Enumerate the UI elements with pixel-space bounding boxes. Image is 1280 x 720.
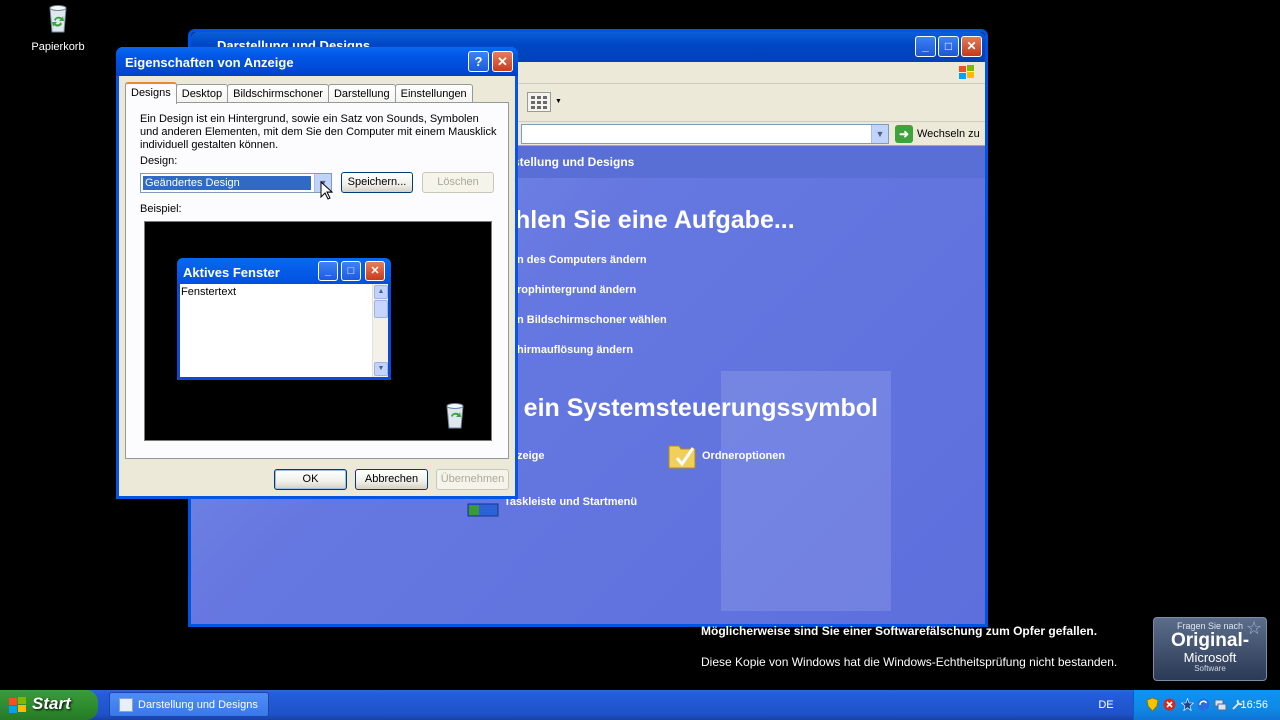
preview-window: Aktives Fenster _ □ ✕ Fenstertext ▲ ▼: [177, 258, 391, 380]
tab-settings[interactable]: Einstellungen: [394, 84, 473, 103]
windows-logo-icon: [959, 65, 974, 79]
start-label: Start: [32, 694, 71, 713]
preview-scrollbar: ▲ ▼: [372, 284, 388, 377]
taskbar-item-control-panel[interactable]: Darstellung und Designs: [109, 692, 269, 717]
task-heading: hlen Sie eine Aufgabe...: [515, 206, 795, 234]
tab-designs[interactable]: Designs: [125, 82, 177, 104]
icon-link-display[interactable]: zeige: [517, 450, 545, 462]
close-icon: ✕: [365, 261, 385, 281]
design-preview: Aktives Fenster _ □ ✕ Fenstertext ▲ ▼: [144, 221, 492, 441]
views-icon[interactable]: [527, 92, 551, 112]
security-alert-icon[interactable]: [1163, 698, 1176, 711]
recycle-bin-icon: [49, 5, 67, 33]
star-icon: ☆: [1245, 618, 1262, 638]
preview-window-text: Fenstertext: [181, 286, 237, 298]
taskbar-icon[interactable]: [467, 501, 499, 519]
maximize-icon: □: [341, 261, 361, 281]
desktop-icon-recycle-bin[interactable]: Papierkorb: [28, 2, 88, 53]
activation-warning: Möglicherweise sind Sie einer Softwarefä…: [701, 624, 1098, 638]
design-select-value: Geändertes Design: [143, 176, 311, 190]
ok-button[interactable]: OK: [274, 469, 347, 490]
taskbar: Start Darstellung und Designs DE 16:56: [0, 690, 1280, 720]
system-tray: 16:56: [1133, 690, 1280, 720]
icon-link-taskbar[interactable]: Taskleiste und Startmenü: [504, 496, 637, 508]
preview-window-title: Aktives Fenster: [183, 265, 280, 280]
chevron-down-icon[interactable]: ▼: [871, 125, 888, 143]
scroll-thumb: [374, 300, 388, 318]
chevron-down-icon[interactable]: ▼: [555, 98, 562, 105]
task-link[interactable]: n des Computers ändern: [517, 254, 647, 266]
tab-screensaver[interactable]: Bildschirmschoner: [227, 84, 329, 103]
recycle-bin-icon: [446, 403, 464, 429]
star-icon[interactable]: [1181, 698, 1194, 711]
apply-button[interactable]: Übernehmen: [436, 469, 509, 490]
icon-link-folder-options[interactable]: Ordneroptionen: [702, 450, 785, 462]
address-input[interactable]: ▼: [521, 124, 889, 144]
preview-window-titlebar: Aktives Fenster _ □ ✕: [177, 258, 391, 284]
tab-strip: Designs Desktop Bildschirmschoner Darste…: [125, 82, 473, 104]
taskbar-item-label: Darstellung und Designs: [138, 699, 258, 711]
dialog-title: Eigenschaften von Anzeige: [125, 55, 294, 70]
start-button[interactable]: Start: [0, 690, 98, 720]
preview-window-client: Fenstertext ▲ ▼: [180, 284, 388, 377]
design-select[interactable]: Geändertes Design ▼: [140, 173, 332, 193]
go-button[interactable]: ➜ Wechseln zu: [895, 124, 980, 144]
window-icon: [119, 698, 133, 712]
badge-text: Software: [1194, 664, 1226, 673]
update-icon[interactable]: [1197, 698, 1210, 711]
display-properties-dialog[interactable]: Eigenschaften von Anzeige ? ✕ Designs De…: [116, 47, 518, 499]
chevron-up-icon: ▲: [374, 285, 388, 299]
chevron-down-icon: ▼: [374, 362, 388, 376]
folder-options-icon[interactable]: [667, 440, 699, 470]
desktop: Papierkorb Darstellung und Designs _ □ ✕…: [0, 0, 1280, 690]
designs-tab-panel: Ein Design ist ein Hintergrund, sowie ei…: [125, 102, 509, 459]
icon-heading: r ein Systemsteuerungssymbol: [507, 394, 878, 422]
help-button[interactable]: ?: [468, 51, 489, 72]
tab-desktop[interactable]: Desktop: [175, 84, 229, 103]
task-link[interactable]: n Bildschirmschoner wählen: [517, 314, 667, 326]
badge-text: Microsoft: [1183, 650, 1237, 665]
activation-message[interactable]: Diese Kopie von Windows hat die Windows-…: [701, 655, 1117, 669]
save-design-button[interactable]: Speichern...: [341, 172, 413, 193]
minimize-icon: _: [318, 261, 338, 281]
delete-design-button[interactable]: Löschen: [422, 172, 494, 193]
desktop-icon-label: Papierkorb: [31, 41, 85, 53]
design-label: Design:: [140, 155, 178, 167]
windows-flag-icon: [9, 697, 26, 713]
go-label: Wechseln zu: [917, 128, 980, 140]
design-description: Ein Design ist ein Hintergrund, sowie ei…: [140, 113, 497, 151]
arrow-right-icon: ➜: [895, 125, 913, 143]
clock[interactable]: 16:56: [1240, 690, 1268, 720]
minimize-button[interactable]: _: [915, 36, 936, 57]
checkmark-watermark-icon: [721, 371, 891, 611]
genuine-software-badge[interactable]: Fragen Sie nach Original- Microsoft Soft…: [1153, 617, 1267, 681]
sample-label: Beispiel:: [140, 203, 182, 215]
close-button[interactable]: ✕: [961, 36, 982, 57]
dialog-titlebar[interactable]: Eigenschaften von Anzeige ? ✕: [116, 47, 518, 76]
network-icon[interactable]: [1214, 698, 1227, 711]
shield-icon[interactable]: [1146, 698, 1159, 711]
maximize-button[interactable]: □: [938, 36, 959, 57]
tab-appearance[interactable]: Darstellung: [327, 84, 396, 103]
task-link[interactable]: hirmauflösung ändern: [517, 344, 633, 356]
task-link[interactable]: rophintergrund ändern: [517, 284, 636, 296]
cancel-button[interactable]: Abbrechen: [355, 469, 428, 490]
close-button[interactable]: ✕: [492, 51, 513, 72]
mouse-cursor-icon: [320, 181, 334, 200]
language-indicator[interactable]: DE: [1091, 690, 1121, 720]
